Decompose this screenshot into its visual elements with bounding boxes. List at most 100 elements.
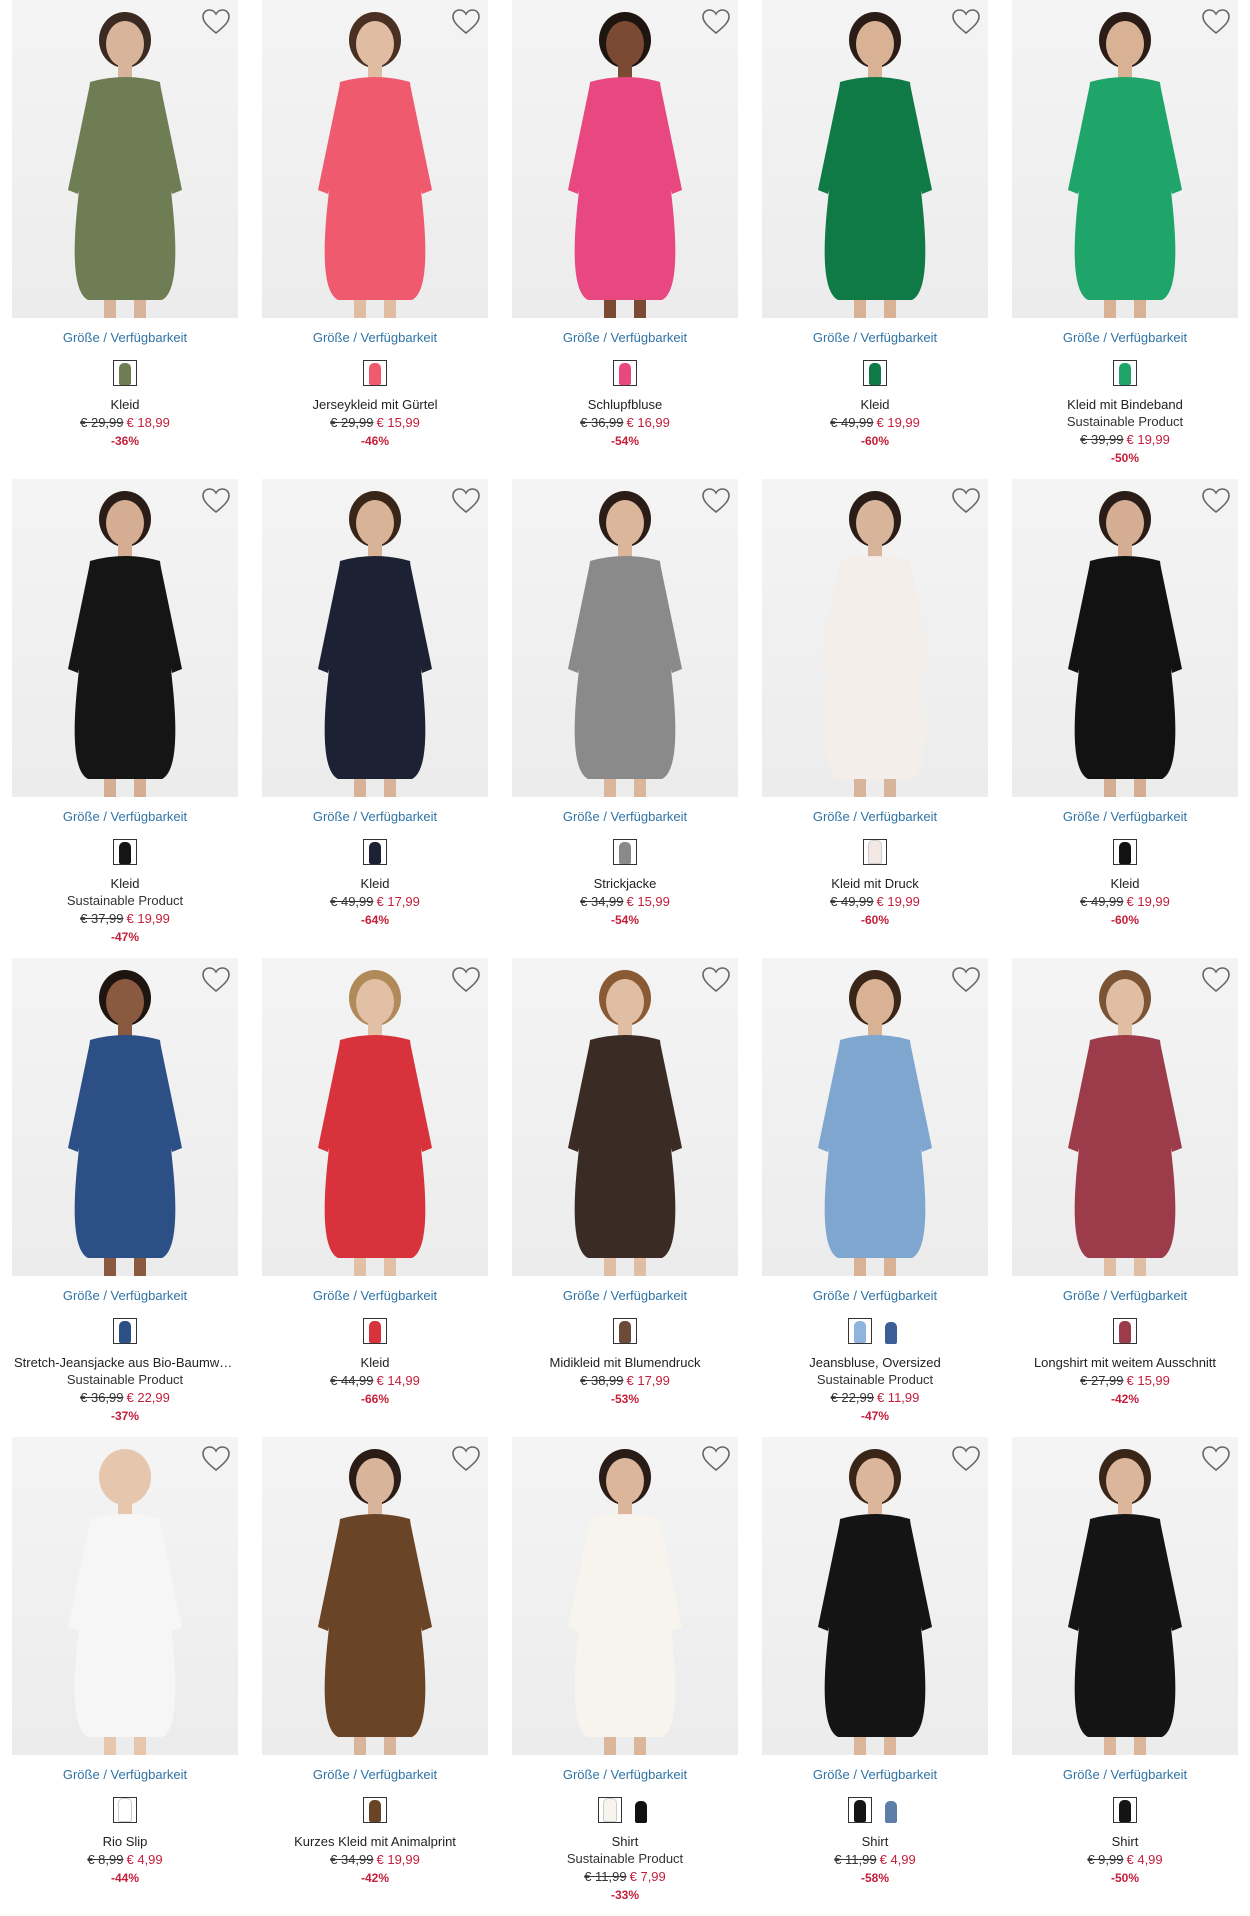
product-image[interactable] (12, 479, 238, 797)
color-swatch[interactable] (847, 1797, 872, 1823)
wishlist-heart-icon[interactable] (951, 1445, 981, 1473)
product-name[interactable]: Jerseykleid mit Gürtel (262, 396, 488, 413)
product-image[interactable] (1012, 958, 1238, 1276)
color-swatch[interactable] (363, 839, 387, 865)
color-swatch[interactable] (363, 1318, 387, 1344)
product-image[interactable] (1012, 479, 1238, 797)
size-availability-link[interactable]: Größe / Verfügbarkeit (762, 1288, 988, 1304)
color-swatch[interactable] (597, 1797, 622, 1823)
product-card[interactable]: Größe / Verfügbarkeit Kleid € 29,99 € 18,99… (12, 0, 238, 479)
wishlist-heart-icon[interactable] (1201, 487, 1231, 515)
wishlist-heart-icon[interactable] (201, 1445, 231, 1473)
product-image[interactable] (762, 479, 988, 797)
size-availability-link[interactable]: Größe / Verfügbarkeit (262, 1288, 488, 1304)
product-image[interactable] (512, 1437, 738, 1755)
color-swatch[interactable] (113, 360, 137, 386)
color-swatch[interactable] (113, 839, 137, 865)
product-name[interactable]: Stretch-Jeansjacke aus Bio-Baumwolle (12, 1354, 238, 1371)
size-availability-link[interactable]: Größe / Verfügbarkeit (1012, 330, 1238, 346)
color-swatch[interactable] (1113, 360, 1137, 386)
wishlist-heart-icon[interactable] (1201, 1445, 1231, 1473)
size-availability-link[interactable]: Größe / Verfügbarkeit (12, 809, 238, 825)
product-name[interactable]: Kleid mit Druck (762, 875, 988, 892)
product-card[interactable]: Größe / Verfügbarkeit Kleid mit Bindeband… (1012, 0, 1238, 479)
product-card[interactable]: Größe / Verfügbarkeit Jeansbluse, Oversiz… (762, 958, 988, 1437)
product-card[interactable]: Größe / Verfügbarkeit Kleid € 49,99 € 19,99… (1012, 479, 1238, 958)
product-card[interactable]: Größe / Verfügbarkeit Longshirt mit weite… (1012, 958, 1238, 1437)
wishlist-heart-icon[interactable] (1201, 8, 1231, 36)
size-availability-link[interactable]: Größe / Verfügbarkeit (762, 330, 988, 346)
color-swatch[interactable] (878, 1318, 903, 1344)
wishlist-heart-icon[interactable] (451, 1445, 481, 1473)
product-image[interactable] (262, 958, 488, 1276)
wishlist-heart-icon[interactable] (201, 487, 231, 515)
color-swatch[interactable] (878, 1797, 903, 1823)
size-availability-link[interactable]: Größe / Verfügbarkeit (512, 1288, 738, 1304)
color-swatch[interactable] (847, 1318, 872, 1344)
product-name[interactable]: Rio Slip (12, 1833, 238, 1850)
product-card[interactable]: Größe / Verfügbarkeit Shirt Sustainable Pr… (512, 1437, 738, 1916)
size-availability-link[interactable]: Größe / Verfügbarkeit (1012, 1288, 1238, 1304)
product-image[interactable] (512, 0, 738, 318)
product-card[interactable]: Größe / Verfügbarkeit Kleid € 44,99 € 14,99… (262, 958, 488, 1437)
product-card[interactable]: Größe / Verfügbarkeit Kleid € 49,99 € 17,99… (262, 479, 488, 958)
product-name[interactable]: Schlupfbluse (512, 396, 738, 413)
product-card[interactable]: Größe / Verfügbarkeit Schlupfbluse € 36,99… (512, 0, 738, 479)
product-card[interactable]: Größe / Verfügbarkeit Strickjacke € 34,99 €… (512, 479, 738, 958)
product-image[interactable] (1012, 0, 1238, 318)
product-name[interactable]: Shirt (512, 1833, 738, 1850)
product-name[interactable]: Kleid (262, 1354, 488, 1371)
wishlist-heart-icon[interactable] (951, 487, 981, 515)
wishlist-heart-icon[interactable] (951, 966, 981, 994)
product-card[interactable]: Größe / Verfügbarkeit Rio Slip € 8,99 € 4,9… (12, 1437, 238, 1916)
product-name[interactable]: Shirt (762, 1833, 988, 1850)
color-swatch[interactable] (628, 1797, 653, 1823)
product-image[interactable] (12, 1437, 238, 1755)
color-swatch[interactable] (113, 1318, 137, 1344)
color-swatch[interactable] (363, 360, 387, 386)
product-image[interactable] (262, 1437, 488, 1755)
color-swatch[interactable] (113, 1797, 137, 1823)
wishlist-heart-icon[interactable] (951, 8, 981, 36)
color-swatch[interactable] (1113, 839, 1137, 865)
product-card[interactable]: Größe / Verfügbarkeit Kleid € 49,99 € 19,99… (762, 0, 988, 479)
product-name[interactable]: Longshirt mit weitem Ausschnitt (1012, 1354, 1238, 1371)
product-name[interactable]: Kleid (1012, 875, 1238, 892)
product-image[interactable] (262, 0, 488, 318)
product-name[interactable]: Jeansbluse, Oversized (762, 1354, 988, 1371)
wishlist-heart-icon[interactable] (451, 487, 481, 515)
size-availability-link[interactable]: Größe / Verfügbarkeit (1012, 1767, 1238, 1783)
product-image[interactable] (1012, 1437, 1238, 1755)
product-card[interactable]: Größe / Verfügbarkeit Shirt € 9,99 € 4,99 -5… (1012, 1437, 1238, 1916)
product-card[interactable]: Größe / Verfügbarkeit Shirt € 11,99 € 4,99-… (762, 1437, 988, 1916)
product-image[interactable] (12, 958, 238, 1276)
size-availability-link[interactable]: Größe / Verfügbarkeit (12, 330, 238, 346)
color-swatch[interactable] (613, 1318, 637, 1344)
product-name[interactable]: Strickjacke (512, 875, 738, 892)
product-name[interactable]: Kleid (262, 875, 488, 892)
color-swatch[interactable] (613, 839, 637, 865)
product-image[interactable] (762, 1437, 988, 1755)
product-name[interactable]: Kleid mit Bindeband (1012, 396, 1238, 413)
product-image[interactable] (262, 479, 488, 797)
size-availability-link[interactable]: Größe / Verfügbarkeit (512, 809, 738, 825)
wishlist-heart-icon[interactable] (201, 966, 231, 994)
size-availability-link[interactable]: Größe / Verfügbarkeit (12, 1288, 238, 1304)
product-image[interactable] (762, 0, 988, 318)
size-availability-link[interactable]: Größe / Verfügbarkeit (262, 1767, 488, 1783)
size-availability-link[interactable]: Größe / Verfügbarkeit (512, 330, 738, 346)
size-availability-link[interactable]: Größe / Verfügbarkeit (762, 809, 988, 825)
size-availability-link[interactable]: Größe / Verfügbarkeit (762, 1767, 988, 1783)
size-availability-link[interactable]: Größe / Verfügbarkeit (262, 330, 488, 346)
product-card[interactable]: Größe / Verfügbarkeit Jerseykleid mit Gür… (262, 0, 488, 479)
color-swatch[interactable] (613, 360, 637, 386)
product-name[interactable]: Kleid (12, 875, 238, 892)
color-swatch[interactable] (363, 1797, 387, 1823)
wishlist-heart-icon[interactable] (701, 8, 731, 36)
wishlist-heart-icon[interactable] (1201, 966, 1231, 994)
product-image[interactable] (512, 479, 738, 797)
wishlist-heart-icon[interactable] (451, 966, 481, 994)
wishlist-heart-icon[interactable] (201, 8, 231, 36)
product-card[interactable]: Größe / Verfügbarkeit Stretch-Jeansjacke … (12, 958, 238, 1437)
size-availability-link[interactable]: Größe / Verfügbarkeit (262, 809, 488, 825)
